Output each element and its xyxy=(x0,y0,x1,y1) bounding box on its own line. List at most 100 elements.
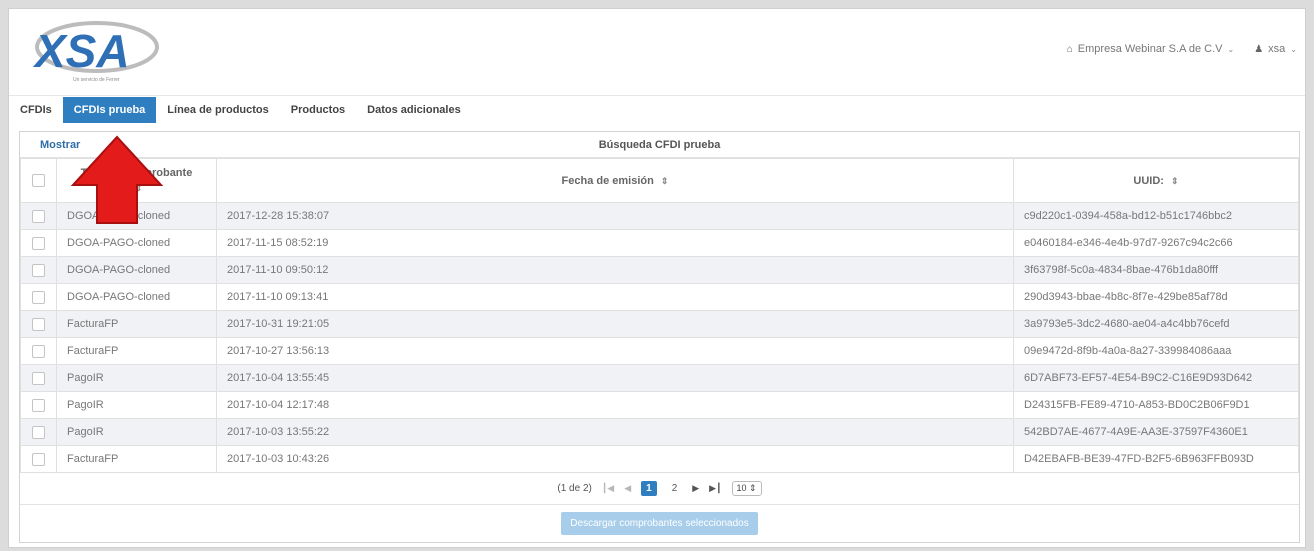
cell-uuid: 3a9793e5-3dc2-4680-ae04-a4c4bb76cefd xyxy=(1013,310,1299,338)
table-row[interactable]: FacturaFP 2017-10-03 10:43:26 D42EBAFB-BE3… xyxy=(20,445,1299,473)
header-menu: ⌂ Empresa Webinar S.A de C.V ⌄ ♟ xsa ⌄ xyxy=(1067,43,1297,55)
cell-tipo: PagoIR xyxy=(56,364,217,392)
row-checkbox[interactable] xyxy=(32,317,45,331)
cell-fecha: 2017-11-10 09:13:41 xyxy=(216,283,1014,311)
rows-per-page-select[interactable]: 10 ⇕ xyxy=(731,481,762,496)
column-label-fecha: Fecha de emisión xyxy=(561,174,654,187)
cell-tipo: FacturaFP xyxy=(56,337,217,365)
table-row[interactable]: DGOA-PAGO-cloned2017-12-28 15:38:07c9d22… xyxy=(20,202,1299,230)
next-page-icon[interactable]: ▶ xyxy=(692,483,699,494)
logo-tagline: Un servicio de Ferrer xyxy=(73,77,120,83)
row-checkbox-cell xyxy=(20,256,57,284)
first-page-icon[interactable]: ┃◀ xyxy=(602,483,614,494)
row-checkbox-cell xyxy=(20,283,57,311)
row-checkbox[interactable] xyxy=(32,452,45,466)
row-checkbox-cell xyxy=(20,445,57,473)
company-dropdown[interactable]: ⌂ Empresa Webinar S.A de C.V ⌄ xyxy=(1067,43,1234,55)
tab-linea-de-productos[interactable]: Línea de productos xyxy=(156,98,279,122)
download-selected-button[interactable]: Descargar comprobantes seleccionados xyxy=(561,511,758,535)
rows-per-page-value: 10 xyxy=(736,483,747,493)
row-checkbox[interactable] xyxy=(32,398,45,412)
cell-uuid: 09e9472d-8f9b-4a0a-8a27-339984086aaa xyxy=(1013,337,1299,365)
logo-text: XSA xyxy=(32,25,130,77)
cell-uuid: 3f63798f-5c0a-4834-8bae-476b1da80fff xyxy=(1013,256,1299,284)
xsa-logo[interactable]: XSA Un servicio de Ferrer xyxy=(21,15,163,89)
user-icon: ♟ xyxy=(1254,43,1264,55)
cell-uuid: 290d3943-bbae-4b8c-8f7e-429be85af78d xyxy=(1013,283,1299,311)
actions-row: Descargar comprobantes seleccionados xyxy=(20,505,1299,541)
panel-title: Búsqueda CFDI prueba xyxy=(598,139,721,151)
cell-tipo: FacturaFP xyxy=(56,310,217,338)
cell-fecha: 2017-10-03 10:43:26 xyxy=(216,445,1014,473)
row-checkbox-cell xyxy=(20,337,57,365)
select-all-checkbox[interactable] xyxy=(32,174,45,187)
page-2-button[interactable]: 2 xyxy=(667,481,683,496)
row-checkbox[interactable] xyxy=(32,344,45,358)
user-dropdown[interactable]: ♟ xsa ⌄ xyxy=(1254,43,1297,55)
table-row[interactable]: FacturaFP 2017-10-27 13:56:13 09e9472d-8f9… xyxy=(20,337,1299,365)
prev-page-icon[interactable]: ◀ xyxy=(624,483,631,494)
app-window: XSA Un servicio de Ferrer ⌂ Empresa Webi… xyxy=(8,8,1306,548)
tab-cfdis-prueba[interactable]: CFDIs prueba xyxy=(62,96,157,123)
results-table: Tipo de comprobante ⇕ Fecha de emisión ⇕… xyxy=(20,158,1299,473)
cell-fecha: 2017-11-10 09:50:12 xyxy=(216,256,1014,284)
tab-productos[interactable]: Productos xyxy=(280,98,356,122)
user-name: xsa xyxy=(1268,43,1286,55)
pagination: (1 de 2) ┃◀ ◀ 1 2 ▶ ▶┃ 10 ⇕ xyxy=(20,473,1299,505)
main-tabs: CFDIs CFDIs prueba Línea de productos Pr… xyxy=(9,95,1305,123)
table-row[interactable]: PagoIR 2017-10-03 13:55:22 542BD7AE-4677-4… xyxy=(20,418,1299,446)
row-checkbox-cell xyxy=(20,202,57,230)
table-row[interactable]: FacturaFP 2017-10-31 19:21:05 3a9793e5-3dc… xyxy=(20,310,1299,338)
cell-uuid: 542BD7AE-4677-4A9E-AA3E-37597F4360E1 xyxy=(1013,418,1299,446)
cell-uuid: D42EBAFB-BE39-47FD-B2F5-6B963FFB093D xyxy=(1013,445,1299,473)
cell-tipo: DGOA-PAGO-cloned xyxy=(56,229,217,257)
cell-tipo: PagoIR xyxy=(56,418,217,446)
cell-fecha: 2017-11-15 08:52:19 xyxy=(216,229,1014,257)
cell-tipo: DGOA-PAGO-cloned xyxy=(56,283,217,311)
column-header-uuid[interactable]: UUID: ⇕ xyxy=(1013,158,1299,203)
cell-fecha: 2017-10-31 19:21:05 xyxy=(216,310,1014,338)
header: XSA Un servicio de Ferrer ⌂ Empresa Webi… xyxy=(9,9,1305,95)
row-checkbox[interactable] xyxy=(32,290,45,304)
table-row[interactable]: DGOA-PAGO-cloned 2017-11-10 09:50:12 3f637… xyxy=(20,256,1299,284)
last-page-icon[interactable]: ▶┃ xyxy=(709,483,721,494)
cell-tipo: FacturaFP xyxy=(56,445,217,473)
panel-header: Búsqueda CFDI prueba Mostrar xyxy=(20,132,1299,158)
cell-uuid: c9d220c1-0394-458a-bd12-b51c1746bbc2 xyxy=(1013,202,1299,230)
cell-uuid: e0460184-e346-4e4b-97d7-9267c94c2c66 xyxy=(1013,229,1299,257)
search-panel: Búsqueda CFDI prueba Mostrar Tipo de com… xyxy=(19,131,1300,543)
company-name: Empresa Webinar S.A de C.V xyxy=(1077,43,1223,55)
cell-fecha: 2017-10-27 13:56:13 xyxy=(216,337,1014,365)
row-checkbox[interactable] xyxy=(32,371,45,385)
select-all-cell xyxy=(20,158,57,203)
row-checkbox[interactable] xyxy=(32,263,45,277)
tab-datos-adicionales[interactable]: Datos adicionales xyxy=(356,98,472,122)
tab-cfdis[interactable]: CFDIs xyxy=(9,98,63,122)
table-row[interactable]: DGOA-PAGO-cloned 2017-11-10 09:13:41 290d3… xyxy=(20,283,1299,311)
cell-tipo: PagoIR xyxy=(56,391,217,419)
cell-uuid: 6D7ABF73-EF57-4E54-B9C2-C16E9D93D642 xyxy=(1013,364,1299,392)
table-header-row: Tipo de comprobante ⇕ Fecha de emisión ⇕… xyxy=(20,158,1299,203)
sort-icon[interactable]: ⇕ xyxy=(1171,176,1179,186)
chevron-down-icon: ⌄ xyxy=(1227,44,1235,54)
table-row[interactable]: PagoIR 2017-10-04 12:17:48 D24315FB-FE89-4… xyxy=(20,391,1299,419)
cell-uuid: D24315FB-FE89-4710-A853-BD0C2B06F9D1 xyxy=(1013,391,1299,419)
column-header-fecha[interactable]: Fecha de emisión ⇕ xyxy=(216,158,1014,203)
cell-fecha: 2017-10-03 13:55:22 xyxy=(216,418,1014,446)
row-checkbox-cell xyxy=(20,391,57,419)
table-row[interactable]: PagoIR 2017-10-04 13:55:45 6D7ABF73-EF57-4… xyxy=(20,364,1299,392)
row-checkbox[interactable] xyxy=(32,425,45,439)
table-row[interactable]: DGOA-PAGO-cloned 2017-11-15 08:52:19 e0460… xyxy=(20,229,1299,257)
building-icon: ⌂ xyxy=(1066,43,1073,55)
row-checkbox-cell xyxy=(20,418,57,446)
row-checkbox-cell xyxy=(20,229,57,257)
cell-tipo: DGOA-PAGO-cloned xyxy=(56,256,217,284)
row-checkbox[interactable] xyxy=(32,209,45,223)
row-checkbox-cell xyxy=(20,364,57,392)
select-arrows-icon: ⇕ xyxy=(749,483,757,493)
row-checkbox[interactable] xyxy=(32,236,45,250)
chevron-down-icon: ⌄ xyxy=(1290,44,1297,54)
sort-icon[interactable]: ⇕ xyxy=(661,176,669,186)
row-checkbox-cell xyxy=(20,310,57,338)
page-1-button[interactable]: 1 xyxy=(641,481,657,496)
